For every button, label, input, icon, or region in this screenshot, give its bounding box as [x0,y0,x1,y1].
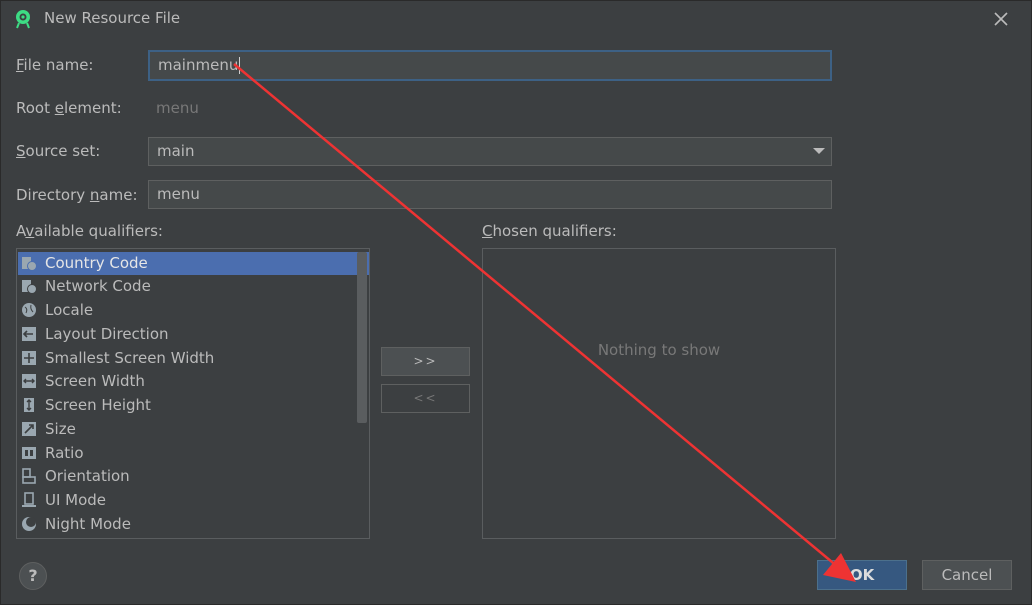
list-item[interactable]: Locale [18,299,369,322]
remove-qualifier-button[interactable]: << [381,384,470,413]
list-item[interactable]: Smallest Screen Width [18,347,369,370]
directory-name-value: menu [157,185,200,203]
screen-width-icon [22,374,36,388]
list-item-label: Locale [45,301,94,319]
list-item-label: Screen Height [45,396,151,414]
list-item-label: Country Code [45,254,148,272]
chosen-qualifiers-list[interactable]: Nothing to show [482,248,836,539]
list-item-label: Network Code [45,277,151,295]
file-name-value: mainmenu [158,56,239,74]
list-item-label: Layout Direction [45,325,169,343]
cancel-button[interactable]: Cancel [922,560,1012,590]
title-bar: New Resource File [0,0,1032,38]
directory-name-input[interactable]: menu [148,180,832,209]
list-item-label: Screen Width [45,372,145,390]
list-item[interactable]: Screen Width [18,370,369,393]
country-code-icon [22,257,37,271]
list-item[interactable]: Country Code [18,252,369,275]
chosen-qualifiers-label: Chosen qualifiers: [482,222,617,240]
available-qualifiers-label: Available qualifiers: [16,222,163,240]
dialog-title: New Resource File [44,9,181,27]
list-item[interactable]: Night Mode [18,513,369,536]
globe-icon [22,303,36,317]
directory-name-label: Directory name: [16,186,138,204]
chevron-down-icon [813,148,825,154]
list-item-label: Smallest Screen Width [45,349,215,367]
ok-button[interactable]: OK [817,560,907,590]
empty-state-text: Nothing to show [597,341,721,359]
source-set-label: Source set: [16,142,101,160]
list-item-label: UI Mode [45,491,107,509]
orientation-icon [22,468,36,484]
root-element-value: menu [156,99,199,117]
list-item[interactable]: Size [18,418,369,441]
list-item[interactable]: Ratio [18,442,369,465]
text-caret [239,57,241,74]
ui-mode-icon [22,492,36,507]
list-item[interactable]: Screen Height [18,394,369,417]
source-set-dropdown[interactable]: main [148,137,832,166]
list-item[interactable]: Network Code [18,275,369,298]
list-item-label: Orientation [45,467,130,485]
network-code-icon [22,280,37,294]
layout-direction-icon [22,327,36,341]
size-icon [22,422,36,436]
close-icon[interactable] [990,8,1012,30]
list-scrollbar[interactable] [357,252,367,423]
night-mode-icon [22,517,36,531]
screen-height-icon [24,398,34,412]
list-item-label: Night Mode [45,515,131,533]
file-name-label: File name: [16,56,94,74]
add-qualifier-button[interactable]: >> [381,347,470,376]
available-qualifiers-list[interactable]: Country Code Network Code Locale Layout … [16,248,370,539]
android-studio-icon [16,10,30,29]
list-item[interactable]: Orientation [18,465,369,488]
list-item-label: Ratio [45,444,84,462]
root-element-label: Root element: [16,99,122,117]
list-item[interactable]: Layout Direction [18,323,369,346]
ratio-icon [22,447,36,459]
list-item-label: Size [45,420,76,438]
help-button[interactable]: ? [19,562,47,590]
file-name-input[interactable]: mainmenu [148,50,832,81]
list-item[interactable]: UI Mode [18,489,369,512]
smallest-width-icon [22,351,36,365]
source-set-value: main [157,142,195,160]
